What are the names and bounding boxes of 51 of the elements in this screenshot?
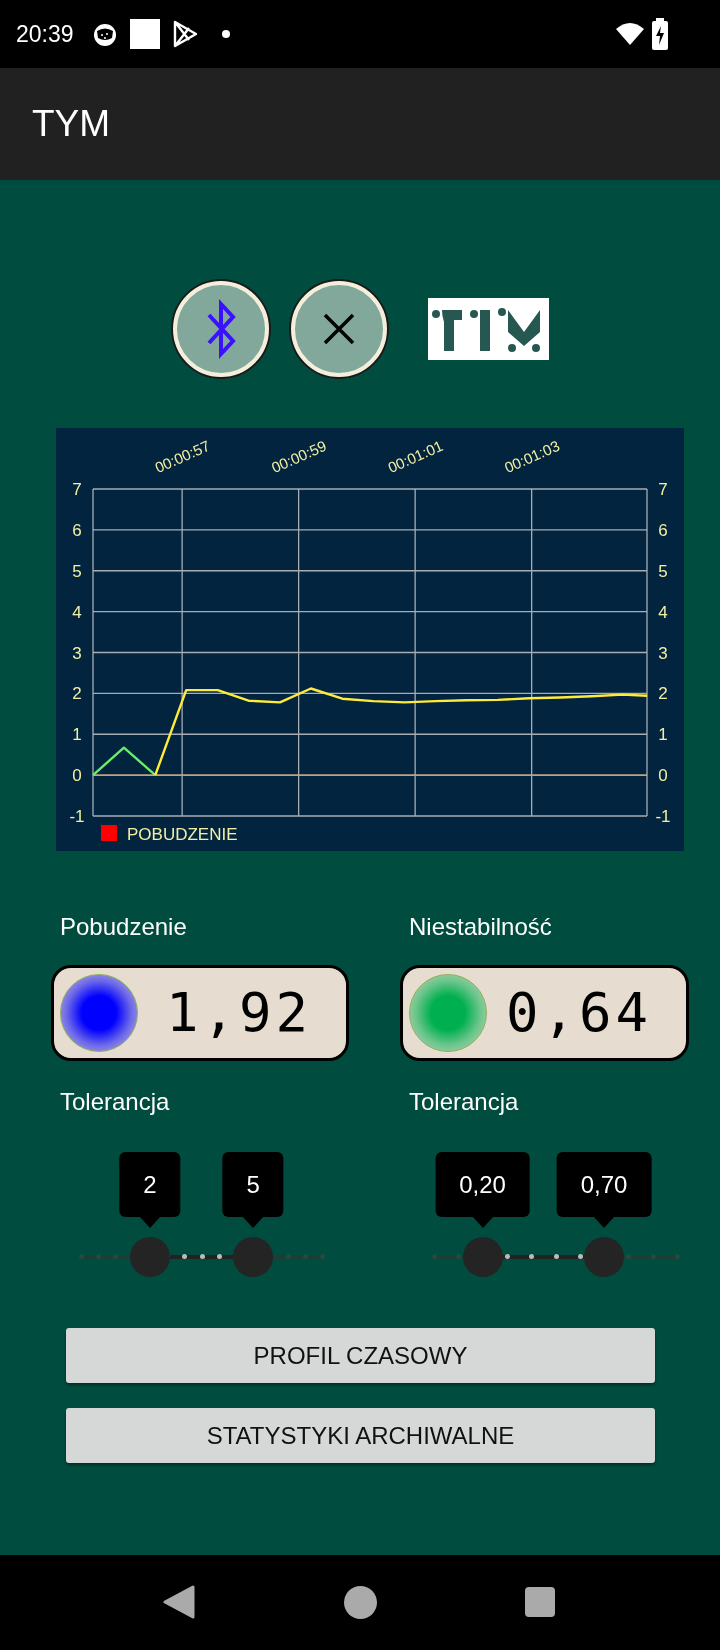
recents-icon[interactable] xyxy=(525,1587,555,1617)
y-axis-label: 0 xyxy=(658,766,668,786)
readout-label: Pobudzenie xyxy=(60,913,188,941)
tolerance-label: Tolerancja xyxy=(60,1088,171,1116)
slider-thumb[interactable] xyxy=(233,1237,274,1277)
value-tooltip: 2 xyxy=(119,1152,181,1217)
bluetooth-button[interactable] xyxy=(173,281,269,377)
y-axis-label: 1 xyxy=(72,725,82,745)
y-axis-label: 2 xyxy=(658,684,668,704)
square-notification-icon xyxy=(129,19,160,49)
close-icon xyxy=(323,313,355,345)
slider-thumb[interactable] xyxy=(462,1237,503,1277)
back-icon[interactable] xyxy=(163,1585,195,1619)
y-axis-label: 5 xyxy=(658,561,668,581)
bluetooth-icon xyxy=(206,297,236,361)
legend-label: POBUDZENIE xyxy=(127,825,238,844)
range-slider[interactable] xyxy=(434,1237,677,1277)
home-icon[interactable] xyxy=(344,1586,377,1619)
play-store-icon xyxy=(171,20,198,48)
y-axis-label: 4 xyxy=(72,602,82,622)
value-tooltip: 5 xyxy=(222,1152,284,1217)
y-axis-label: 3 xyxy=(658,643,668,663)
status-time: 20:39 xyxy=(16,19,74,49)
slider-thumb[interactable] xyxy=(584,1237,625,1277)
y-axis-label: 6 xyxy=(72,520,82,540)
y-axis-label: -1 xyxy=(69,807,85,826)
tolerance-label: Tolerancja xyxy=(409,1088,520,1116)
y-axis-label: 1 xyxy=(658,725,668,745)
y-axis-label: 0 xyxy=(72,766,82,786)
action-button[interactable]: PROFIL CZASOWY xyxy=(66,1328,655,1383)
range-slider[interactable] xyxy=(81,1237,322,1277)
value-tooltip: 0,20 xyxy=(435,1152,530,1217)
value-tooltip: 0,70 xyxy=(556,1152,652,1217)
action-button[interactable]: STATYSTYKI ARCHIWALNE xyxy=(66,1408,655,1463)
app-title: TYM xyxy=(32,102,111,147)
y-axis-label: 7 xyxy=(72,480,82,499)
slider-thumb[interactable] xyxy=(129,1237,170,1277)
cat-face-icon xyxy=(91,21,118,47)
readout-label: Niestabilność xyxy=(409,913,553,941)
y-axis-label: 5 xyxy=(72,561,82,581)
readout-value: 1,92 xyxy=(164,986,313,1040)
y-axis-label: 6 xyxy=(658,520,668,540)
wifi-icon xyxy=(616,22,644,46)
close-button[interactable] xyxy=(291,281,387,377)
y-axis-label: 4 xyxy=(658,602,668,622)
y-axis-label: 3 xyxy=(72,643,82,663)
battery-charging-icon xyxy=(652,18,668,50)
y-axis-label: 2 xyxy=(72,684,82,704)
y-axis-label: 7 xyxy=(658,480,668,499)
readout-value: 0,64 xyxy=(504,986,653,1040)
y-axis-label: -1 xyxy=(655,807,671,826)
